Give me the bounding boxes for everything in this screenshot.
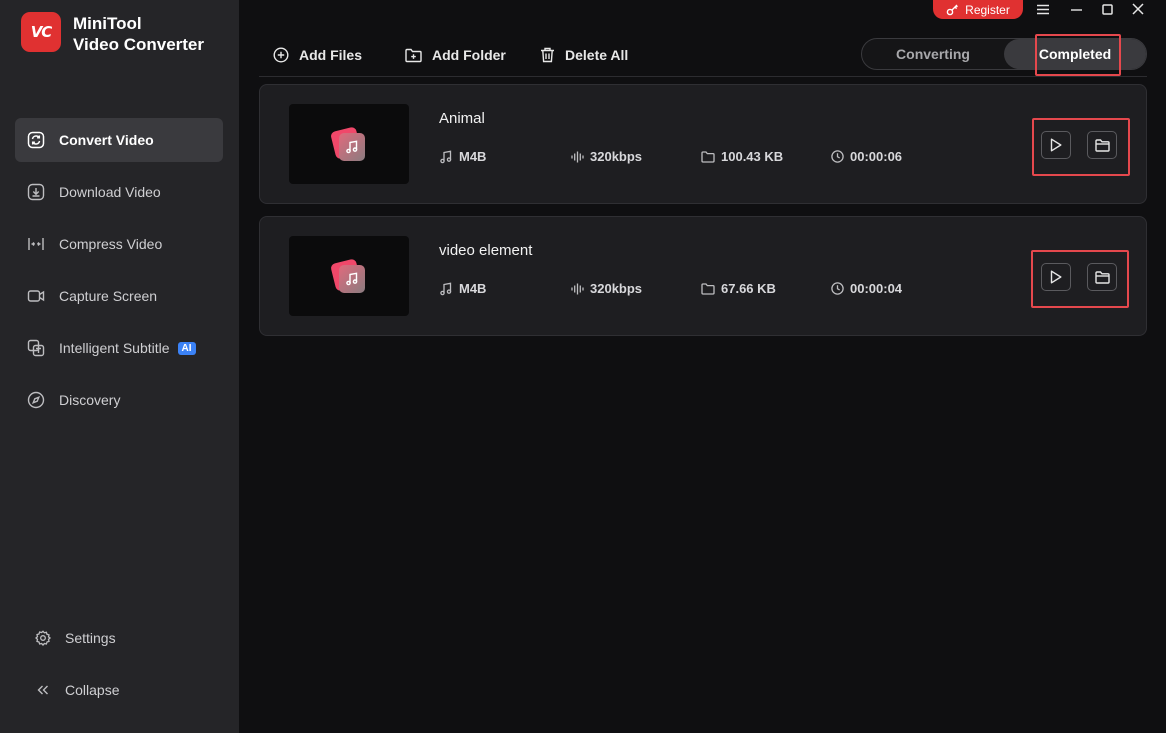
app-title: MiniTool Video Converter (73, 13, 204, 55)
hamburger-icon (1037, 4, 1049, 15)
file-card: Animal M4B 320kbps 100.43 KB 00:00:06 (259, 84, 1147, 204)
settings-label: Settings (65, 630, 116, 646)
add-files-label: Add Files (299, 47, 363, 63)
collapse-label: Collapse (65, 682, 120, 698)
file-bitrate: 320kbps (571, 149, 642, 164)
sidebar-item-label: Convert Video (59, 132, 154, 148)
minimize-icon (1070, 4, 1082, 15)
folder-icon (1094, 138, 1110, 152)
maximize-button[interactable] (1095, 0, 1119, 18)
download-icon (27, 183, 45, 201)
register-label: Register (965, 2, 1010, 17)
ai-badge: AI (177, 341, 196, 355)
music-file-icon (339, 133, 365, 161)
play-icon (1050, 138, 1062, 152)
play-button[interactable] (1041, 131, 1071, 159)
file-size: 67.66 KB (701, 281, 776, 296)
format-value: M4B (459, 281, 487, 296)
folder-icon (701, 282, 715, 295)
sidebar-item-capture-screen[interactable]: Capture Screen (15, 274, 223, 318)
gear-icon (35, 630, 51, 646)
file-name: Animal (439, 110, 485, 127)
register-button[interactable]: Register (933, 0, 1023, 19)
compass-icon (27, 391, 45, 409)
audio-wave-icon (571, 283, 584, 295)
sidebar-item-label: Download Video (59, 184, 161, 200)
logo-text: VC (30, 23, 53, 41)
compress-icon (27, 235, 45, 253)
folder-icon (701, 150, 715, 163)
file-size: 100.43 KB (701, 149, 783, 164)
sidebar: VC MiniTool Video Converter Convert Vide… (0, 0, 239, 733)
sidebar-item-compress-video[interactable]: Compress Video (15, 222, 223, 266)
tab-converting[interactable]: Converting (862, 39, 1004, 69)
file-thumbnail (289, 236, 409, 316)
file-card: video element M4B 320kbps 67.66 KB 00:00… (259, 216, 1147, 336)
bitrate-value: 320kbps (590, 281, 643, 296)
format-value: M4B (459, 149, 487, 164)
clock-icon (831, 150, 844, 163)
music-note-icon (439, 150, 453, 164)
open-folder-button[interactable] (1087, 131, 1117, 159)
delete-all-label: Delete All (565, 47, 629, 63)
duration-value: 00:00:06 (850, 149, 903, 164)
add-circle-icon (273, 47, 289, 63)
clock-icon (831, 282, 844, 295)
add-folder-icon (405, 48, 422, 63)
sidebar-item-intelligent-subtitle[interactable]: Intelligent Subtitle AI (15, 326, 223, 370)
trash-icon (540, 47, 555, 63)
subtitle-icon (27, 339, 45, 357)
collapse-button[interactable]: Collapse (35, 682, 119, 698)
sidebar-nav: Convert Video Download Video Compress Vi… (15, 118, 223, 430)
sidebar-item-label: Capture Screen (59, 288, 158, 304)
audio-wave-icon (571, 151, 584, 163)
tab-completed[interactable]: Completed (1004, 39, 1146, 69)
settings-button[interactable]: Settings (35, 630, 116, 646)
app-title-line1: MiniTool (73, 14, 142, 33)
open-folder-button[interactable] (1087, 263, 1117, 291)
size-value: 67.66 KB (721, 281, 776, 296)
convert-icon (27, 131, 45, 149)
music-note-icon (439, 282, 453, 296)
app-logo: VC (21, 12, 61, 52)
file-name: video element (439, 242, 533, 259)
sidebar-item-download-video[interactable]: Download Video (15, 170, 223, 214)
duration-value: 00:00:04 (850, 281, 903, 296)
sidebar-item-label: Discovery (59, 392, 121, 408)
minimize-button[interactable] (1064, 0, 1088, 18)
file-format: M4B (439, 149, 486, 164)
maximize-icon (1101, 3, 1113, 15)
camera-icon (27, 287, 45, 305)
file-bitrate: 320kbps (571, 281, 642, 296)
status-tabs: Converting Completed (861, 38, 1147, 70)
folder-icon (1094, 270, 1110, 284)
key-icon (946, 3, 959, 16)
add-files-button[interactable]: Add Files (273, 44, 362, 66)
double-chevron-left-icon (35, 682, 51, 698)
file-duration: 00:00:04 (831, 281, 902, 296)
toolbar-divider (259, 76, 1147, 77)
sidebar-item-label: Intelligent Subtitle (59, 340, 170, 356)
add-folder-button[interactable]: Add Folder (405, 44, 506, 66)
file-thumbnail (289, 104, 409, 184)
sidebar-item-convert-video[interactable]: Convert Video (15, 118, 223, 162)
bitrate-value: 320kbps (590, 149, 643, 164)
music-file-icon (339, 265, 365, 293)
close-icon (1132, 3, 1144, 15)
sidebar-item-discovery[interactable]: Discovery (15, 378, 223, 422)
add-folder-label: Add Folder (432, 47, 506, 63)
play-icon (1050, 270, 1062, 284)
file-format: M4B (439, 281, 486, 296)
close-button[interactable] (1126, 0, 1150, 18)
play-button[interactable] (1041, 263, 1071, 291)
sidebar-item-label: Compress Video (59, 236, 163, 252)
menu-button[interactable] (1031, 0, 1055, 18)
delete-all-button[interactable]: Delete All (540, 44, 628, 66)
size-value: 100.43 KB (721, 149, 784, 164)
app-title-line2: Video Converter (73, 35, 205, 54)
file-duration: 00:00:06 (831, 149, 902, 164)
